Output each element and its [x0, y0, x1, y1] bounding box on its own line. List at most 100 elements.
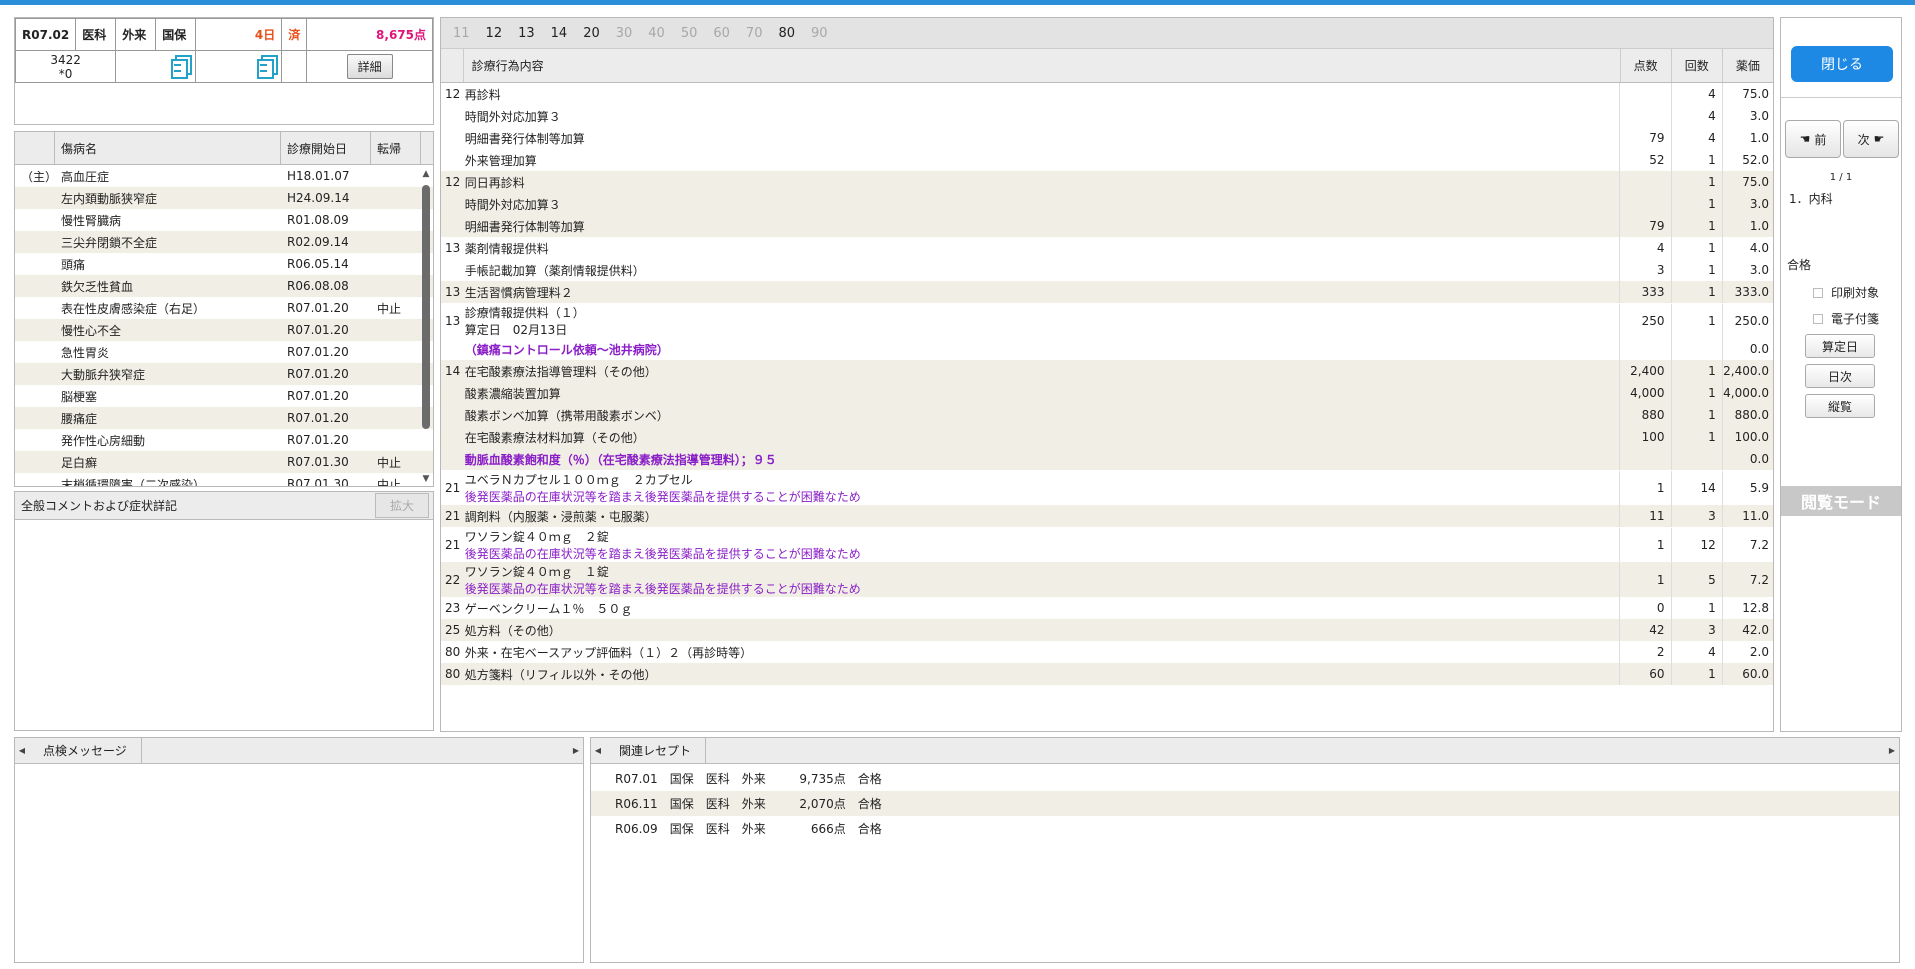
disease-date: R07.01.20: [287, 323, 349, 337]
treatment-row[interactable]: 明細書発行体制等加算 79 4 1.0: [441, 127, 1773, 149]
treatment-content: 生活習慣病管理料２: [463, 284, 1620, 301]
daily-button[interactable]: 日次: [1805, 364, 1875, 388]
treatment-row[interactable]: 酸素濃縮装置加算 4,000 1 4,000.0: [441, 382, 1773, 404]
treatment-line: 明細書発行体制等加算: [464, 219, 585, 234]
document-icon[interactable]: [171, 55, 193, 79]
scroll-up-icon[interactable]: ▲: [421, 169, 431, 179]
treatment-row[interactable]: 22 ワソラン錠４０ｍｇ １錠 後発医薬品の在庫状況等を踏まえ後発医薬品を提供するこ…: [441, 562, 1773, 597]
patient-id: 3422: [50, 52, 81, 67]
comment-area[interactable]: [15, 520, 433, 720]
disease-row[interactable]: 急性胃炎 R07.01.20: [15, 341, 433, 363]
tab-12[interactable]: 12: [486, 26, 503, 41]
disease-row[interactable]: （主） 高血圧症 H18.01.07: [15, 165, 433, 187]
disease-row[interactable]: 発作性心房細動 R07.01.20: [15, 429, 433, 451]
tab-80[interactable]: 80: [778, 26, 795, 41]
disease-row[interactable]: 腰痛症 R07.01.20: [15, 407, 433, 429]
treatment-price: 3.0: [1721, 193, 1773, 215]
disease-scrollbar[interactable]: ▲ ▼: [421, 169, 431, 484]
tab-50[interactable]: 50: [681, 26, 698, 41]
tab-13[interactable]: 13: [518, 26, 535, 41]
scroll-down-icon[interactable]: ▼: [421, 474, 431, 484]
disease-row[interactable]: 脳梗塞 R07.01.20: [15, 385, 433, 407]
treatment-price: 3.0: [1721, 105, 1773, 127]
right-arrow-icon[interactable]: ▶: [1885, 746, 1899, 755]
disease-row[interactable]: 鉄欠乏性貧血 R06.08.08: [15, 275, 433, 297]
e-attach-checkbox[interactable]: 電子付箋: [1813, 310, 1879, 327]
treatment-count: 1: [1670, 281, 1722, 303]
disease-row[interactable]: 表在性皮膚感染症（右足） R07.01.20 中止: [15, 297, 433, 319]
disease-row[interactable]: 大動脈弁狭窄症 R07.01.20: [15, 363, 433, 385]
treatment-count: 1: [1670, 426, 1722, 448]
vertical-button[interactable]: 縦覧: [1805, 394, 1875, 418]
detail-button[interactable]: 詳細: [346, 54, 393, 79]
related-tab[interactable]: 関連レセプト: [605, 738, 707, 763]
tab-60[interactable]: 60: [713, 26, 730, 41]
disease-header: 傷病名 診療開始日 転帰: [15, 132, 433, 165]
tab-30[interactable]: 30: [616, 26, 633, 41]
treatment-row[interactable]: 手帳記載加算（薬剤情報提供料） 3 1 3.0: [441, 259, 1773, 281]
treatment-row[interactable]: 時間外対応加算３ 1 3.0: [441, 193, 1773, 215]
treatment-row[interactable]: 13 生活習慣病管理料２ 333 1 333.0: [441, 281, 1773, 303]
treatment-row[interactable]: 21 ワソラン錠４０ｍｇ ２錠 後発医薬品の在庫状況等を踏まえ後発医薬品を提供するこ…: [441, 527, 1773, 562]
right-arrow-icon[interactable]: ▶: [569, 746, 583, 755]
disease-row[interactable]: 足白癬 R07.01.30 中止: [15, 451, 433, 473]
disease-row[interactable]: 慢性腎臓病 R01.08.09: [15, 209, 433, 231]
treatment-points: 0: [1619, 597, 1670, 619]
treatment-points: 2: [1619, 641, 1670, 663]
treatment-row[interactable]: 23 ゲーベンクリーム１％ ５０ｇ 0 1 12.8: [441, 597, 1773, 619]
treatment-row[interactable]: 明細書発行体制等加算 79 1 1.0: [441, 215, 1773, 237]
treatment-count: 4: [1670, 83, 1722, 105]
treatment-row[interactable]: 25 処方料（その他） 42 3 42.0: [441, 619, 1773, 641]
document-icon[interactable]: [257, 55, 279, 79]
tab-11[interactable]: 11: [453, 26, 470, 41]
expand-button[interactable]: 拡大: [374, 493, 429, 518]
disease-name: 表在性皮膚感染症（右足）: [61, 301, 206, 316]
disease-row[interactable]: 末梢循環障害（二次感染） R07.01.30 中止: [15, 473, 433, 486]
treatment-row[interactable]: 酸素ボンベ加算（携帯用酸素ボンベ） 880 1 880.0: [441, 404, 1773, 426]
treatment-row[interactable]: 80 処方箋料（リフィル以外・その他） 60 1 60.0: [441, 663, 1773, 685]
treatment-line: 明細書発行体制等加算: [464, 131, 585, 146]
treatment-row[interactable]: 21 ユベラＮカプセル１００ｍｇ ２カプセル 後発医薬品の在庫状況等を踏まえ後発医薬…: [441, 470, 1773, 505]
treatment-line: 時間外対応加算３: [464, 197, 561, 212]
disease-row[interactable]: 慢性心不全 R07.01.20: [15, 319, 433, 341]
prev-button[interactable]: ☚ 前: [1785, 120, 1841, 158]
treatment-row[interactable]: 12 同日再診料 1 75.0: [441, 171, 1773, 193]
treatment-row[interactable]: 13 診療情報提供料（１） 算定日 02月13日 250 1 250.0: [441, 303, 1773, 338]
treatment-line: （鎮痛コントロール依頼～池井病院）: [464, 342, 669, 357]
treatment-row[interactable]: 外来管理加算 52 1 52.0: [441, 149, 1773, 171]
treatment-points: 880: [1619, 404, 1670, 426]
next-button[interactable]: 次 ☛: [1843, 120, 1899, 158]
treatment-row[interactable]: 時間外対応加算３ 4 3.0: [441, 105, 1773, 127]
left-arrow-icon[interactable]: ◀: [15, 746, 29, 755]
calc-day-button[interactable]: 算定日: [1805, 334, 1875, 358]
tab-90[interactable]: 90: [811, 26, 828, 41]
related-row[interactable]: R06.11 国保 医科 外来 2,070点 合格: [591, 791, 1899, 816]
scroll-thumb[interactable]: [422, 185, 430, 429]
treatment-header-price: 薬価: [1721, 49, 1773, 82]
treatment-row[interactable]: 80 外来・在宅ベースアップ評価料（１）２（再診時等） 2 4 2.0: [441, 641, 1773, 663]
treatment-row[interactable]: 14 在宅酸素療法指導管理料（その他） 2,400 1 2,400.0: [441, 360, 1773, 382]
disease-row[interactable]: 三尖弁閉鎖不全症 R02.09.14: [15, 231, 433, 253]
disease-row[interactable]: 頭痛 R06.05.14: [15, 253, 433, 275]
treatment-count: 4: [1670, 641, 1722, 663]
close-button[interactable]: 閉じる: [1791, 46, 1893, 82]
treatment-row[interactable]: 21 調剤料（内服薬・浸煎薬・屯服薬） 11 3 11.0: [441, 505, 1773, 527]
print-target-checkbox[interactable]: 印刷対象: [1813, 284, 1879, 301]
treatment-count: 3: [1670, 619, 1722, 641]
tab-14[interactable]: 14: [551, 26, 568, 41]
tab-40[interactable]: 40: [648, 26, 665, 41]
treatment-row[interactable]: （鎮痛コントロール依頼～池井病院） 0.0: [441, 338, 1773, 360]
tab-20[interactable]: 20: [583, 26, 600, 41]
left-arrow-icon[interactable]: ◀: [591, 746, 605, 755]
treatment-row[interactable]: 12 再診料 4 75.0: [441, 83, 1773, 105]
treatment-row[interactable]: 在宅酸素療法材料加算（その他） 100 1 100.0: [441, 426, 1773, 448]
disease-row[interactable]: 左内頚動脈狭窄症 H24.09.14: [15, 187, 433, 209]
treatment-row[interactable]: 動脈血酸素飽和度（％）（在宅酸素療法指導管理料）；９５ 0.0: [441, 448, 1773, 470]
check-message-tab[interactable]: 点検メッセージ: [29, 738, 142, 763]
disease-name: 鉄欠乏性貧血: [61, 279, 134, 294]
tab-70[interactable]: 70: [746, 26, 763, 41]
related-row[interactable]: R07.01 国保 医科 外来 9,735点 合格: [591, 766, 1899, 791]
related-row[interactable]: R06.09 国保 医科 外来 666点 合格: [591, 816, 1899, 841]
treatment-points: 250: [1619, 304, 1670, 338]
treatment-row[interactable]: 13 薬剤情報提供料 4 1 4.0: [441, 237, 1773, 259]
